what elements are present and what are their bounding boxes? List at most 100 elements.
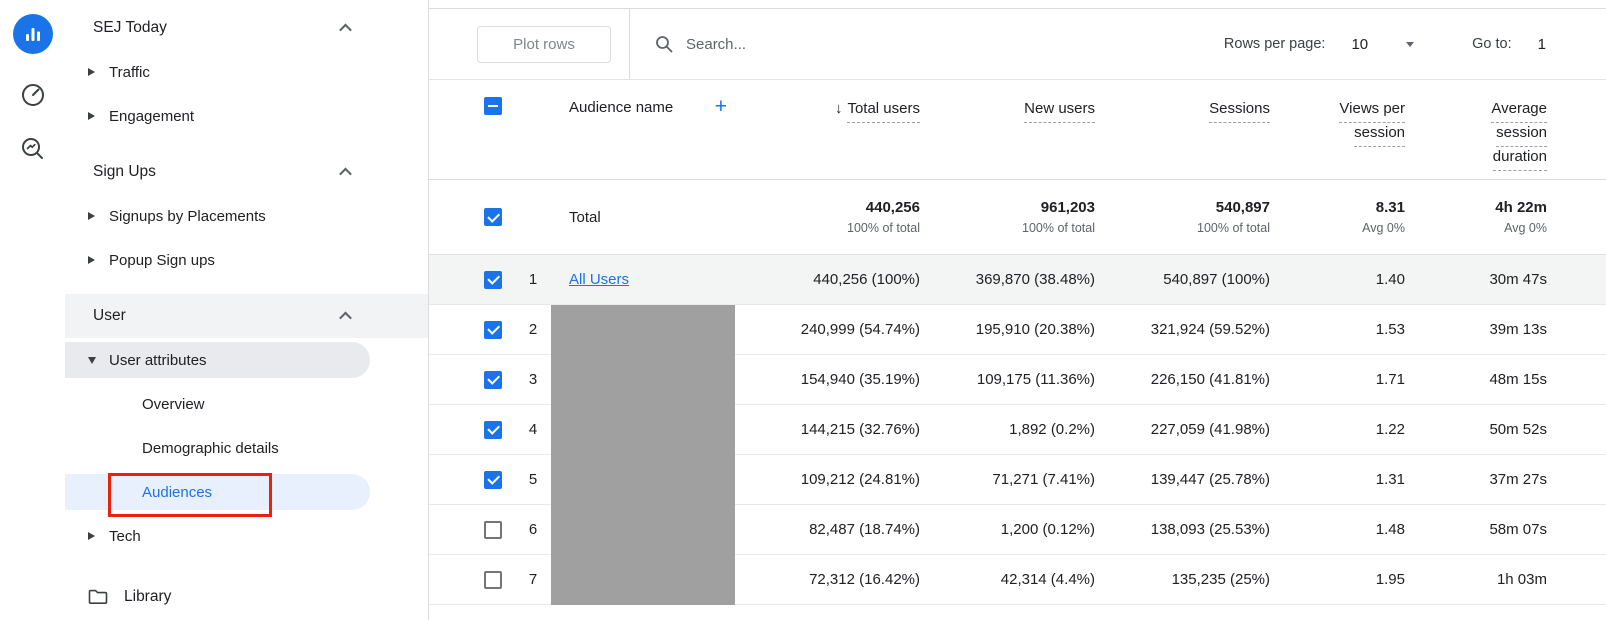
folder-icon	[88, 589, 108, 604]
row-checkbox[interactable]	[484, 470, 502, 489]
chevron-up-icon	[339, 23, 352, 36]
metric-cell: 144,215 (32.76%)	[800, 421, 920, 438]
nav-item-demographic-details[interactable]: Demographic details	[65, 426, 428, 470]
nav-item-engagement[interactable]: Engagement	[65, 94, 428, 138]
table-body: 1 All Users 440,256 (100%) 369,870 (38.4…	[429, 255, 1606, 605]
row-index: 1	[528, 271, 538, 288]
expand-down-icon	[88, 356, 96, 364]
speed-gauge-icon[interactable]	[20, 82, 46, 108]
metric-cell: 154,940 (35.19%)	[800, 371, 920, 388]
search-icon	[656, 36, 673, 53]
row-checkbox[interactable]	[484, 370, 502, 389]
go-to-label: Go to:	[1472, 36, 1512, 52]
nav-section-sej-today[interactable]: SEJ Today	[65, 6, 428, 50]
chevron-up-icon	[339, 311, 352, 324]
table-row: 3 154,940 (35.19%) 109,175 (11.36%) 226,…	[429, 355, 1606, 405]
metric-cell: 1,892 (0.2%)	[1009, 421, 1095, 438]
table-row: 6 82,487 (18.74%) 1,200 (0.12%) 138,093 …	[429, 505, 1606, 555]
column-header-sessions[interactable]: Sessions	[1095, 97, 1270, 123]
row-checkbox[interactable]	[484, 570, 502, 589]
nav-item-label: Traffic	[109, 63, 150, 81]
metric-cell: 440,256 (100%)	[813, 271, 920, 288]
nav-item-label: Audiences	[142, 483, 213, 501]
metric-cell: 71,271 (7.41%)	[992, 471, 1095, 488]
redacted-name-block	[551, 305, 735, 355]
table-row: 2 240,999 (54.74%) 195,910 (20.38%) 321,…	[429, 305, 1606, 355]
expand-right-icon	[88, 68, 95, 76]
audience-name-column-header[interactable]: Audience name	[569, 99, 673, 116]
nav-item-traffic[interactable]: Traffic	[65, 50, 428, 94]
expand-right-icon	[88, 532, 95, 540]
column-header-new-users[interactable]: New users	[920, 97, 1095, 123]
row-checkbox[interactable]	[484, 270, 502, 289]
metric-cell: 39m 13s	[1489, 321, 1547, 338]
total-new-users: 961,203 100% of total	[1022, 199, 1095, 235]
table-row: 4 144,215 (32.76%) 1,892 (0.2%) 227,059 …	[429, 405, 1606, 455]
section-label: User	[93, 307, 126, 324]
rows-per-page-value[interactable]: 10	[1351, 36, 1368, 53]
nav-section-user[interactable]: User	[65, 294, 428, 338]
metric-cell: 1.22	[1375, 421, 1405, 438]
audience-name-link[interactable]: All Users	[569, 271, 629, 288]
nav-section-sign-ups[interactable]: Sign Ups	[65, 150, 428, 194]
nav-item-label: Engagement	[109, 107, 195, 125]
select-all-checkbox[interactable]	[484, 97, 502, 115]
column-header-views-per-session[interactable]: Views per session	[1270, 97, 1405, 147]
row-checkbox[interactable]	[484, 520, 502, 539]
nav-item-tech[interactable]: Tech	[65, 514, 428, 558]
selected-pill-background	[65, 474, 370, 510]
nav-item-label: Popup Sign ups	[109, 251, 215, 269]
plot-rows-button[interactable]: Plot rows	[477, 25, 611, 63]
nav-item-signups-by-placements[interactable]: Signups by Placements	[65, 194, 428, 238]
dropdown-caret-icon[interactable]	[1406, 41, 1415, 47]
table-row: 5 109,212 (24.81%) 71,271 (7.41%) 139,44…	[429, 455, 1606, 505]
metric-cell: 30m 47s	[1489, 271, 1547, 288]
metric-cell: 321,924 (59.52%)	[1150, 321, 1270, 338]
redacted-name-block	[551, 405, 735, 455]
expand-right-icon	[88, 256, 95, 264]
metric-cell: 1.48	[1375, 521, 1405, 538]
nav-item-label: Signups by Placements	[109, 207, 266, 225]
row-index: 5	[528, 471, 538, 488]
metric-cell: 82,487 (18.74%)	[809, 521, 920, 538]
nav-item-label: Library	[124, 588, 172, 605]
metric-cell: 195,910 (20.38%)	[975, 321, 1095, 338]
nav-item-overview[interactable]: Overview	[65, 382, 428, 426]
metric-cell: 72,312 (16.42%)	[809, 571, 920, 588]
column-header-total-users[interactable]: ↓ Total users	[743, 97, 920, 123]
metric-cell: 1.71	[1375, 371, 1405, 388]
nav-item-library[interactable]: Library	[65, 575, 428, 619]
row-index: 3	[528, 371, 538, 388]
row-checkbox[interactable]	[484, 320, 502, 339]
chevron-up-icon	[339, 167, 352, 180]
expand-right-icon	[88, 112, 95, 120]
metric-cell: 50m 52s	[1489, 421, 1547, 438]
search-input[interactable]	[686, 35, 1006, 53]
total-sessions: 540,897 100% of total	[1197, 199, 1270, 235]
table-header-row: Audience name + ↓ Total users New users S…	[429, 80, 1606, 180]
analytics-bar-chart-icon[interactable]	[12, 14, 53, 54]
row-index: 6	[528, 521, 538, 538]
column-header-avg-session-duration[interactable]: Average session duration	[1405, 97, 1547, 171]
total-row-label: Total	[569, 208, 601, 226]
section-label: SEJ Today	[93, 19, 167, 36]
nav-item-user-attributes[interactable]: User attributes	[65, 338, 428, 382]
metric-cell: 42,314 (4.4%)	[1000, 571, 1095, 588]
total-row-checkbox[interactable]	[484, 208, 502, 226]
metric-cell: 135,235 (25%)	[1171, 571, 1270, 588]
nav-item-audiences[interactable]: Audiences	[65, 470, 428, 514]
redacted-name-block	[551, 505, 735, 555]
redacted-name-block	[551, 455, 735, 505]
total-total-users: 440,256 100% of total	[847, 199, 920, 235]
audiences-report-main: Plot rows Rows per page: 10 Go to: 1 Aud…	[428, 0, 1606, 620]
nav-item-popup-sign-ups[interactable]: Popup Sign ups	[65, 238, 428, 282]
table-toolbar: Plot rows Rows per page: 10 Go to: 1	[429, 8, 1606, 80]
metric-cell: 109,212 (24.81%)	[800, 471, 920, 488]
search-insights-icon[interactable]	[20, 136, 46, 162]
redacted-name-block	[551, 555, 735, 605]
add-column-button[interactable]: +	[715, 96, 727, 117]
sort-descending-icon: ↓	[834, 100, 843, 117]
row-checkbox[interactable]	[484, 420, 502, 439]
go-to-page-value[interactable]: 1	[1538, 36, 1546, 53]
bar-chart-glyph	[25, 28, 40, 41]
